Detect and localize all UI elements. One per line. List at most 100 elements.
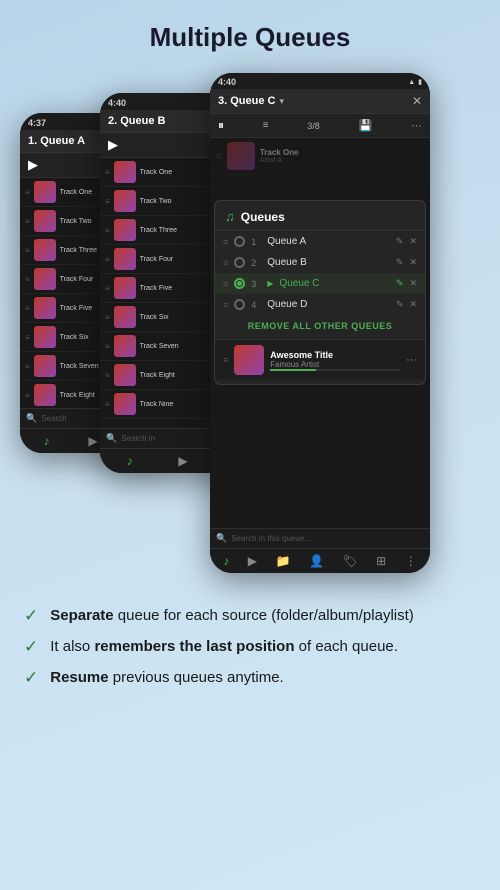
queue-radio-2[interactable] [234,257,245,268]
queue-num: 2 [251,258,261,268]
phone3-time: 4:40 [218,77,236,87]
delete-icon[interactable]: ✕ [409,299,417,310]
track-thumb [34,355,56,377]
drag-icon: ≡ [25,304,30,313]
sort-icon[interactable]: ≡ [263,120,269,131]
check-icon: ✓ [24,637,38,657]
drag-icon: ≡ [223,258,228,268]
phone-3: 4:40 ▲ ▮ 3. Queue C ▾ ✕ ⏸ ≡ 3/8 💾 [210,73,430,573]
queues-overlay-header: ♫ Queues [215,201,425,231]
track-thumb [34,297,56,319]
feature-text-2: It also remembers the last position of e… [50,636,398,657]
edit-icon[interactable]: ✎ [396,257,404,268]
grid-nav-icon[interactable]: ⊞ [376,554,386,568]
drag-icon: ≡ [105,255,110,264]
track-thumb [114,190,136,212]
phone1-queue-name: 1. Queue A [28,135,85,147]
track-thumb [34,239,56,261]
track-thumb [34,210,56,232]
edit-icon[interactable]: ✎ [396,299,404,310]
track-thumb [34,181,56,203]
play-nav-icon[interactable]: ▶ [248,554,257,568]
phones-area: 4:37 ▶ 1. Queue A ▶ ≡ ≡ T [0,63,500,593]
drag-icon: ≡ [105,371,110,380]
queue-radio-3[interactable] [234,278,245,289]
queue-item-name: Queue D [267,299,390,310]
drag-icon: ≡ [223,300,228,310]
folder-nav-icon[interactable]: 📁 [275,554,290,568]
drag-icon: ≡ [105,342,110,351]
drag-icon: ≡ [25,275,30,284]
queue-nav-icon[interactable]: ♪ [223,554,229,568]
queue-item-name: Queue C [279,278,389,289]
delete-icon[interactable]: ✕ [409,236,417,247]
track-thumb [114,219,136,241]
queue-list-item[interactable]: ≡ 3 ▶ Queue C ✎ ✕ [215,273,425,294]
close-button[interactable]: ✕ [412,94,422,108]
search-text: Search [41,414,66,423]
drag-icon: ≡ [25,362,30,371]
remove-all-button[interactable]: REMOVE ALL OTHER QUEUES [215,315,425,337]
track-thumb [227,142,255,170]
tag-nav-icon[interactable]: 🏷 [342,554,357,568]
drag-icon-np: ≡ [223,355,228,365]
track-thumb [114,277,136,299]
search-icon: 🔍 [26,413,37,424]
queue-nav-icon[interactable]: ♪ [43,434,49,448]
person-nav-icon[interactable]: 👤 [309,554,324,568]
phone3-pause-btn[interactable]: ⏸ [218,118,224,133]
queue-list-item[interactable]: ≡ 1 Queue A ✎ ✕ [215,231,425,252]
phone3-queue-header[interactable]: 3. Queue C ▾ ✕ [210,89,430,114]
phone2-play-btn[interactable]: ▶ [108,137,118,153]
queue-list-item[interactable]: ≡ 2 Queue B ✎ ✕ [215,252,425,273]
play-nav-icon[interactable]: ▶ [88,434,97,448]
track-thumb [114,393,136,415]
queue-radio-4[interactable] [234,299,245,310]
delete-icon[interactable]: ✕ [409,257,417,268]
drag-icon: ≡ [223,237,228,247]
track-thumb [34,268,56,290]
more-options-icon[interactable]: ··· [411,120,422,132]
drag-icon: ≡ [216,151,222,162]
track-row: ≡ Track OneArtist A [210,138,430,175]
phone3-bottom-nav: ♪ ▶ 📁 👤 🏷 ⊞ ⋮ [210,548,430,573]
queue-radio-1[interactable] [234,236,245,247]
drag-icon: ≡ [105,226,110,235]
phone3-playback-bar: ⏸ ≡ 3/8 💾 ··· [210,114,430,138]
more-options-icon[interactable]: ··· [406,354,417,366]
edit-icon[interactable]: ✎ [396,236,404,247]
drag-icon: ≡ [25,391,30,400]
track-count: 3/8 [307,121,320,131]
queue-num: 4 [251,300,261,310]
track-thumb [114,335,136,357]
phone3-search-bar[interactable]: 🔍 Search in this queue... [210,528,430,548]
delete-icon[interactable]: ✕ [409,278,417,289]
queue-list-item[interactable]: ≡ 4 Queue D ✎ ✕ [215,294,425,315]
play-nav-icon[interactable]: ▶ [178,454,187,468]
queue-item-name: Queue B [267,257,390,268]
feature-text-1: Separate queue for each source (folder/a… [50,605,414,626]
feature-item-3: ✓ Resume previous queues anytime. [24,667,476,688]
phone2-queue-name: 2. Queue B [108,115,165,127]
phone1-play-btn[interactable]: ▶ [28,157,38,173]
phone2-time: 4:40 [108,98,126,108]
now-playing-artist: Famous Artist [270,360,400,369]
queue-list-icon: ♫ [225,209,235,224]
more-nav-icon[interactable]: ⋮ [405,554,417,568]
queue-num: 3 [251,279,261,289]
save-icon[interactable]: 💾 [359,119,373,132]
edit-icon[interactable]: ✎ [396,278,404,289]
drag-icon: ≡ [25,217,30,226]
queue-nav-icon[interactable]: ♪ [127,454,133,468]
queue-item-name: Queue A [267,236,390,247]
track-thumb [114,248,136,270]
track-thumb [114,306,136,328]
search-placeholder-text: Search in this queue... [231,534,311,543]
feature-text-3: Resume previous queues anytime. [50,667,283,688]
queue-num: 1 [251,237,261,247]
track-thumb [34,326,56,348]
drag-icon: ≡ [105,197,110,206]
feature-item-2: ✓ It also remembers the last position of… [24,636,476,657]
phone1-time: 4:37 [28,118,46,128]
now-playing-strip: ≡ Awesome Title Famous Artist ··· [215,339,425,380]
